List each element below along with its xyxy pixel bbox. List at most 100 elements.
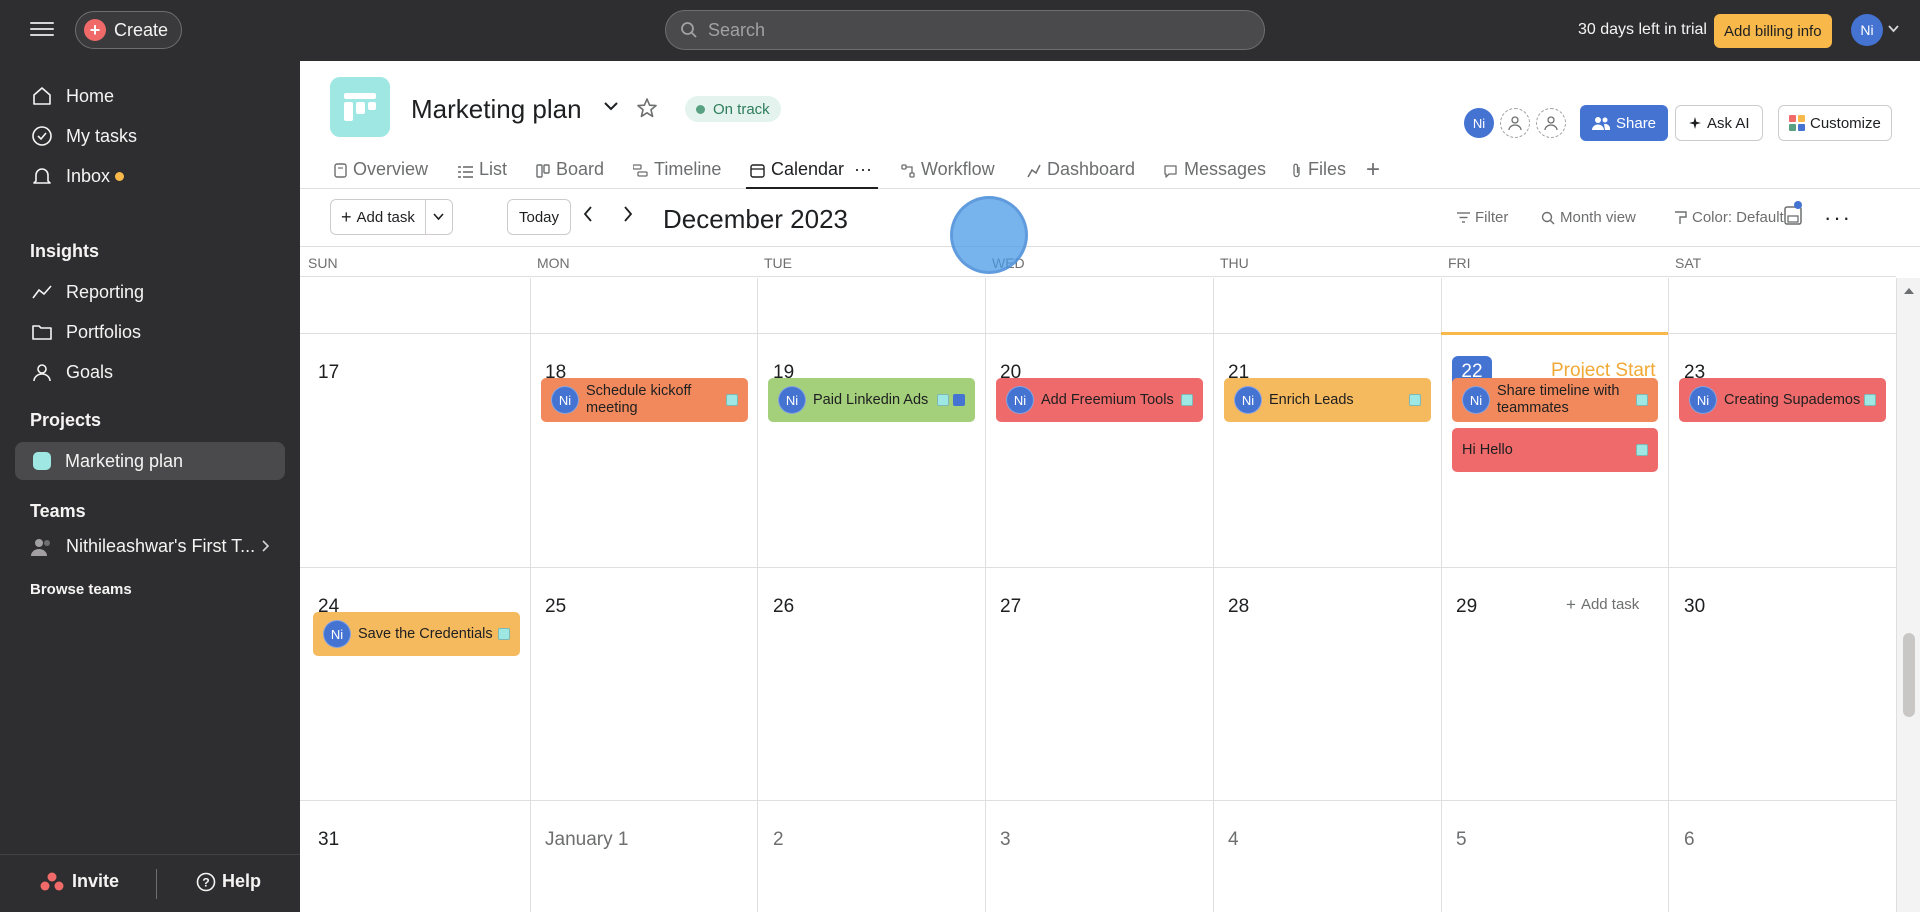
tab-board[interactable]: Board	[536, 159, 604, 189]
search-input[interactable]: Search	[665, 10, 1265, 50]
weekday-label: SUN	[308, 255, 338, 271]
chevron-down-icon[interactable]	[603, 99, 619, 117]
grid-line	[1441, 278, 1442, 912]
avatar[interactable]: Ni	[1464, 108, 1494, 138]
star-icon[interactable]	[636, 97, 658, 124]
chevron-down-icon[interactable]	[1888, 22, 1899, 36]
tab-dashboard[interactable]: Dashboard	[1027, 159, 1135, 189]
sidebar-item-marketing-plan[interactable]: Marketing plan	[15, 442, 285, 480]
unread-dot	[115, 171, 125, 181]
chevron-right-icon[interactable]	[262, 536, 270, 557]
today-button[interactable]: Today	[507, 199, 572, 235]
tab-calendar[interactable]: Calendar ···	[746, 159, 879, 189]
sidebar-item-my-tasks[interactable]: My tasks	[30, 120, 137, 152]
add-tab-icon[interactable]: +	[1366, 156, 1380, 184]
sidebar-item-inbox[interactable]: Inbox	[30, 160, 125, 192]
customize-icon	[1789, 115, 1805, 131]
add-task-label: Add task	[356, 208, 415, 226]
customize-button[interactable]: Customize	[1778, 105, 1892, 141]
add-task-in-day[interactable]: + Add task	[1566, 596, 1639, 613]
scrollbar-thumb[interactable]	[1903, 633, 1915, 717]
tab-messages[interactable]: Messages	[1163, 159, 1266, 189]
add-task-button[interactable]: + Add task	[331, 200, 426, 234]
plus-icon: +	[84, 19, 106, 41]
calendar-scrollbar[interactable]	[1896, 278, 1920, 912]
tab-timeline[interactable]: Timeline	[632, 159, 721, 189]
sidebar-item-home[interactable]: Home	[30, 80, 114, 112]
create-button[interactable]: + Create	[75, 11, 182, 49]
task-title: Save the Credentials	[358, 625, 493, 642]
team-icon	[30, 537, 54, 557]
month-view-button[interactable]: Month view	[1541, 209, 1636, 226]
task-card[interactable]: Ni Share timeline with teammates	[1452, 378, 1658, 422]
invite-label: Invite	[72, 871, 120, 891]
projects-heading[interactable]: Projects	[30, 410, 101, 431]
insights-heading[interactable]: Insights	[30, 241, 99, 262]
project-swatch	[726, 394, 738, 406]
grid-line	[757, 278, 758, 912]
more-options-icon[interactable]: ···	[1824, 205, 1852, 231]
task-card[interactable]: Ni Paid Linkedin Ads	[768, 378, 975, 422]
scroll-up-icon[interactable]	[1903, 282, 1915, 300]
project-swatch	[1864, 394, 1876, 406]
project-icon[interactable]	[330, 77, 390, 137]
ask-ai-label: Ask AI	[1707, 114, 1750, 132]
assignee-avatar: Ni	[1006, 386, 1034, 414]
task-card[interactable]: Ni Enrich Leads	[1224, 378, 1431, 422]
task-card[interactable]: Ni Schedule kickoff meeting	[541, 378, 748, 422]
assignee-avatar: Ni	[323, 620, 351, 648]
project-title[interactable]: Marketing plan	[411, 94, 582, 125]
color-button[interactable]: Color: Default	[1674, 209, 1784, 226]
help-icon: ?	[196, 872, 216, 892]
task-title: Creating Supademos	[1724, 391, 1861, 408]
task-card[interactable]: Ni Creating Supademos	[1679, 378, 1886, 422]
assignee-avatar: Ni	[551, 386, 579, 414]
sparkle-icon	[1688, 116, 1702, 130]
month-view-label: Month view	[1560, 209, 1636, 226]
tab-overview[interactable]: Overview	[334, 159, 428, 189]
project-swatch	[1636, 394, 1648, 406]
tab-more-icon[interactable]: ···	[854, 159, 872, 180]
day-number: 6	[1684, 829, 1695, 850]
sidebar: Home My tasks Inbox Insights Reporting P…	[0, 61, 300, 912]
tab-list[interactable]: List	[458, 159, 507, 189]
sidebar-item-reporting[interactable]: Reporting	[30, 276, 144, 308]
sidebar-item-portfolios[interactable]: Portfolios	[30, 316, 141, 348]
menu-icon[interactable]	[30, 18, 54, 42]
chevron-right-icon[interactable]	[623, 206, 633, 227]
tab-workflow[interactable]: Workflow	[901, 159, 995, 189]
invite-icon	[40, 872, 64, 892]
check-circle-icon	[30, 124, 54, 148]
project-swatch	[953, 394, 965, 406]
help-button[interactable]: ? Help	[196, 871, 261, 892]
today-indicator	[1441, 332, 1668, 335]
sidebar-item-team[interactable]: Nithileashwar's First T...	[30, 536, 270, 557]
ask-ai-button[interactable]: Ask AI	[1675, 105, 1763, 141]
workflow-icon	[901, 162, 915, 183]
sidebar-item-goals[interactable]: Goals	[30, 356, 113, 388]
share-button[interactable]: Share	[1580, 105, 1669, 141]
plus-icon: +	[341, 207, 352, 227]
task-card[interactable]: Ni Add Freemium Tools	[996, 378, 1203, 422]
tab-label: Calendar	[771, 159, 845, 179]
weekday-label: SAT	[1675, 255, 1702, 271]
plus-icon: +	[1566, 595, 1576, 614]
task-card[interactable]: Ni Save the Credentials	[313, 612, 520, 656]
chevron-left-icon[interactable]	[583, 206, 593, 227]
grid-line	[1668, 278, 1669, 912]
empty-avatar-icon[interactable]	[1536, 108, 1566, 138]
filter-button[interactable]: Filter	[1457, 209, 1508, 226]
empty-avatar-icon[interactable]	[1500, 108, 1530, 138]
status-badge[interactable]: On track	[685, 96, 781, 122]
project-members[interactable]: Ni	[1464, 108, 1572, 138]
add-task-dropdown[interactable]	[426, 200, 452, 234]
browse-teams-link[interactable]: Browse teams	[30, 581, 132, 598]
add-billing-button[interactable]: Add billing info	[1714, 14, 1832, 48]
assignee-avatar: Ni	[1462, 386, 1490, 414]
people-icon	[1592, 116, 1610, 130]
invite-button[interactable]: Invite	[40, 871, 119, 892]
teams-heading[interactable]: Teams	[30, 501, 86, 522]
task-card[interactable]: Hi Hello	[1452, 428, 1658, 472]
user-avatar[interactable]: Ni	[1851, 14, 1883, 46]
tab-files[interactable]: Files	[1292, 159, 1346, 189]
